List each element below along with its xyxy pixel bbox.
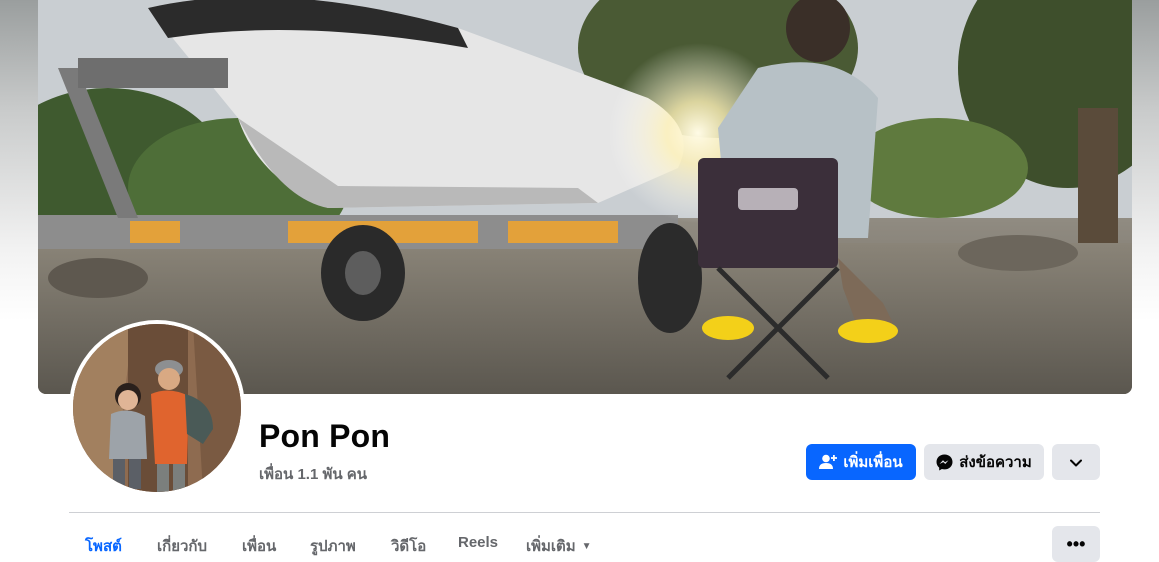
tab-videos[interactable]: วิดีโอ xyxy=(391,534,426,558)
tab-friends[interactable]: เพื่อน xyxy=(242,534,276,558)
profile-options-dropdown-button[interactable] xyxy=(1052,444,1100,480)
message-button[interactable]: ส่งข้อความ xyxy=(924,444,1044,480)
friends-count[interactable]: เพื่อน 1.1 พัน คน xyxy=(259,462,367,486)
avatar-image xyxy=(73,324,241,492)
tab-more[interactable]: เพิ่มเติม ▼ xyxy=(526,534,592,558)
add-friend-button[interactable]: เพิ่มเพื่อน xyxy=(806,444,916,480)
profile-name: Pon Pon xyxy=(259,418,391,454)
tab-posts[interactable]: โพสต์ xyxy=(85,534,122,558)
profile-tabs: โพสต์ เกี่ยวกับ เพื่อน รูปภาพ วิดีโอ Ree… xyxy=(0,514,1159,562)
tabs-overflow-button[interactable]: ••• xyxy=(1052,526,1100,562)
add-friend-label: เพิ่มเพื่อน xyxy=(843,454,903,471)
tab-more-label: เพิ่มเติม xyxy=(526,538,576,555)
chevron-down-icon xyxy=(1070,454,1082,471)
avatar[interactable] xyxy=(73,324,241,492)
messenger-icon xyxy=(936,454,953,471)
profile-divider xyxy=(69,512,1100,513)
person-add-icon xyxy=(819,454,838,470)
tab-about[interactable]: เกี่ยวกับ xyxy=(157,534,207,558)
message-label: ส่งข้อความ xyxy=(959,454,1032,471)
tab-photos[interactable]: รูปภาพ xyxy=(310,534,356,558)
caret-down-icon: ▼ xyxy=(581,541,592,552)
tab-reels[interactable]: Reels xyxy=(458,534,498,551)
